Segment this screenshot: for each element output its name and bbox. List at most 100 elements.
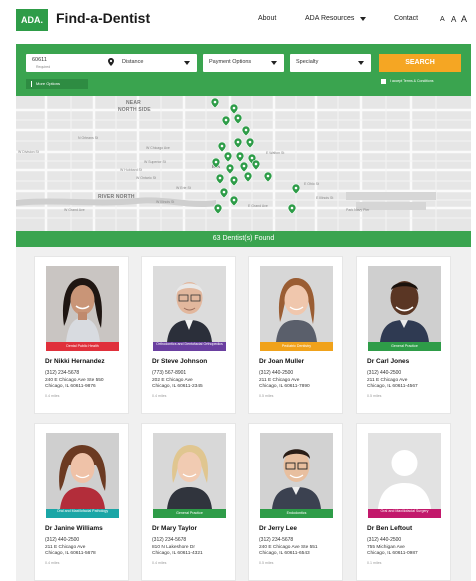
map-pin-icon[interactable] — [226, 164, 234, 174]
dentist-phone[interactable]: (312) 440-2500 — [259, 370, 293, 376]
map-pin-icon[interactable] — [264, 172, 272, 182]
map-street-label: Park Navy Pier — [346, 208, 370, 212]
map-pin-icon[interactable] — [222, 116, 230, 126]
dentist-phone[interactable]: (773) 567-8901 — [152, 370, 186, 376]
dentist-address-line2: Chicago, IL 60611-4567 — [367, 384, 418, 389]
dentist-photo — [368, 266, 441, 342]
dentist-address-line1: 240 E Chicago Ave Ste 551 — [259, 545, 318, 550]
map-street-label: E Grand Ave — [248, 204, 268, 208]
distance-select[interactable]: Distance — [116, 54, 197, 72]
dentist-address-line1: 202 E Chicago Ave — [152, 378, 193, 383]
map-pin-icon[interactable] — [212, 158, 220, 168]
chevron-down-icon[interactable] — [360, 17, 366, 21]
dentist-phone[interactable]: (312) 234-5678 — [45, 370, 79, 376]
dentist-card[interactable]: Orthodontics and Dentofacial Orthopedics… — [141, 256, 236, 414]
map-street-label: W Hubbard St — [120, 168, 142, 172]
map-pin-icon[interactable] — [244, 172, 252, 182]
dentist-address-line2: Chicago, IL 60611-9876 — [45, 384, 96, 389]
dentist-photo — [260, 433, 333, 509]
map-pin-icon[interactable] — [216, 174, 224, 184]
font-size-large-button[interactable]: A — [461, 14, 467, 24]
map-pin-icon[interactable] — [224, 152, 232, 162]
dentist-card[interactable]: General Practice Dr Mary Taylor (312) 23… — [141, 423, 236, 581]
dentist-distance: 0.5 miles — [259, 561, 274, 565]
map-street-label: W Grand Ave — [64, 208, 85, 212]
top-header: ADA. Find-a-Dentist About ADA Resources … — [0, 0, 476, 40]
map-street-label: N Orleans St — [78, 136, 99, 140]
dentist-name[interactable]: Dr Steve Johnson — [152, 358, 207, 365]
map-pin-icon[interactable] — [234, 114, 242, 124]
dentist-name[interactable]: Dr Janine Williams — [45, 525, 103, 532]
dentist-address-line2: Chicago, IL 60611-5678 — [45, 551, 96, 556]
map-label-near: NEAR — [126, 100, 141, 106]
map-pin-icon[interactable] — [220, 188, 228, 198]
accept-terms-label[interactable]: I accept Terms & Conditions — [390, 79, 434, 83]
specialty-select-label: Specialty — [296, 59, 319, 65]
specialty-tag: Orthodontics and Dentofacial Orthopedics — [153, 342, 226, 351]
nav-ada-resources[interactable]: ADA Resources — [305, 15, 354, 22]
dentist-photo — [153, 433, 226, 509]
dentist-distance: 0.4 miles — [45, 561, 60, 565]
dentist-card[interactable]: Endodontics Dr Jerry Lee (312) 234-5678 … — [248, 423, 343, 581]
font-size-small-button[interactable]: A — [440, 16, 445, 23]
dentist-name[interactable]: Dr Ben Leftout — [367, 525, 412, 532]
map-pin-icon[interactable] — [230, 196, 238, 206]
dentist-phone[interactable]: (312) 440-2500 — [367, 537, 401, 543]
dentist-phone[interactable]: (312) 440-2500 — [367, 370, 401, 376]
dentist-name[interactable]: Dr Nikki Hernandez — [45, 358, 105, 365]
map-pin-icon[interactable] — [288, 204, 296, 214]
map-pin-icon[interactable] — [292, 184, 300, 194]
map-pin-icon[interactable] — [211, 98, 219, 108]
ada-logo[interactable]: ADA. — [16, 9, 48, 31]
map-pin-icon[interactable] — [252, 160, 260, 170]
dentist-phone[interactable]: (312) 234-5678 — [259, 537, 293, 543]
map-pin-icon[interactable] — [246, 138, 254, 148]
map-pin-icon[interactable] — [234, 138, 242, 148]
dentist-address-line2: Chicago, IL 60611-6543 — [259, 551, 310, 556]
dentist-phone[interactable]: (312) 234-5678 — [152, 537, 186, 543]
more-options-button[interactable]: More Options — [26, 79, 88, 89]
zip-value: 60611 — [32, 57, 47, 63]
payment-options-select[interactable]: Payment Options — [203, 54, 284, 72]
dentist-card[interactable]: Dental Public Health Dr Nikki Hernandez … — [34, 256, 129, 414]
dentist-distance: 0.5 miles — [259, 394, 274, 398]
map-street-label: W Erie St — [176, 186, 191, 190]
accept-terms-checkbox[interactable] — [381, 79, 386, 84]
dentist-card[interactable]: General Practice Dr Carl Jones (312) 440… — [356, 256, 451, 414]
map-label-north-side: NORTH SIDE — [118, 107, 151, 113]
map-pin-icon[interactable] — [214, 204, 222, 214]
map-pin-icon[interactable] — [230, 104, 238, 114]
dentist-name[interactable]: Dr Carl Jones — [367, 358, 409, 365]
specialty-tag: Dental Public Health — [46, 342, 119, 351]
dentist-distance: 0.1 miles — [367, 561, 382, 565]
specialty-tag: Pediatric Dentistry — [260, 342, 333, 351]
results-map[interactable]: NEAR NORTH SIDE RIVER NORTH MA W Chicago… — [16, 96, 471, 231]
nav-contact[interactable]: Contact — [394, 15, 418, 22]
map-pin-icon[interactable] — [242, 126, 250, 136]
more-options-handle-icon — [31, 81, 32, 87]
dentist-address-line1: 240 E Chicago Ave Ste 550 — [45, 378, 104, 383]
dentist-card[interactable]: Pediatric Dentistry Dr Joan Muller (312)… — [248, 256, 343, 414]
dentist-address-line1: 211 E Chicago Ave — [45, 545, 86, 550]
map-street-label: E Illinois St — [316, 196, 334, 200]
chevron-down-icon — [184, 61, 190, 65]
dentist-phone[interactable]: (312) 440-2500 — [45, 537, 79, 543]
map-pin-icon[interactable] — [230, 176, 238, 186]
dentist-address-line1: 810 N Lakeshore Dr — [152, 545, 195, 550]
payment-select-label: Payment Options — [209, 59, 252, 65]
zip-code-input[interactable]: 60611 Required — [26, 54, 120, 72]
dentist-name[interactable]: Dr Jerry Lee — [259, 525, 297, 532]
dentist-address-line2: Chicago, IL 60611-2345 — [152, 384, 203, 389]
map-pin-icon[interactable] — [236, 152, 244, 162]
dentist-card[interactable]: Oral and Maxillofacial Pathology Dr Jani… — [34, 423, 129, 581]
dentist-name[interactable]: Dr Mary Taylor — [152, 525, 197, 532]
search-button[interactable]: SEARCH — [379, 54, 461, 72]
nav-about[interactable]: About — [258, 15, 276, 22]
specialty-select[interactable]: Specialty — [290, 54, 371, 72]
map-pin-icon[interactable] — [240, 162, 248, 172]
dentist-card[interactable]: Oral and Maxillofacial Surgery Dr Ben Le… — [356, 423, 451, 581]
font-size-medium-button[interactable]: A — [451, 15, 456, 24]
dentist-name[interactable]: Dr Joan Muller — [259, 358, 304, 365]
map-pin-icon[interactable] — [218, 142, 226, 152]
specialty-tag: General Practice — [153, 509, 226, 518]
